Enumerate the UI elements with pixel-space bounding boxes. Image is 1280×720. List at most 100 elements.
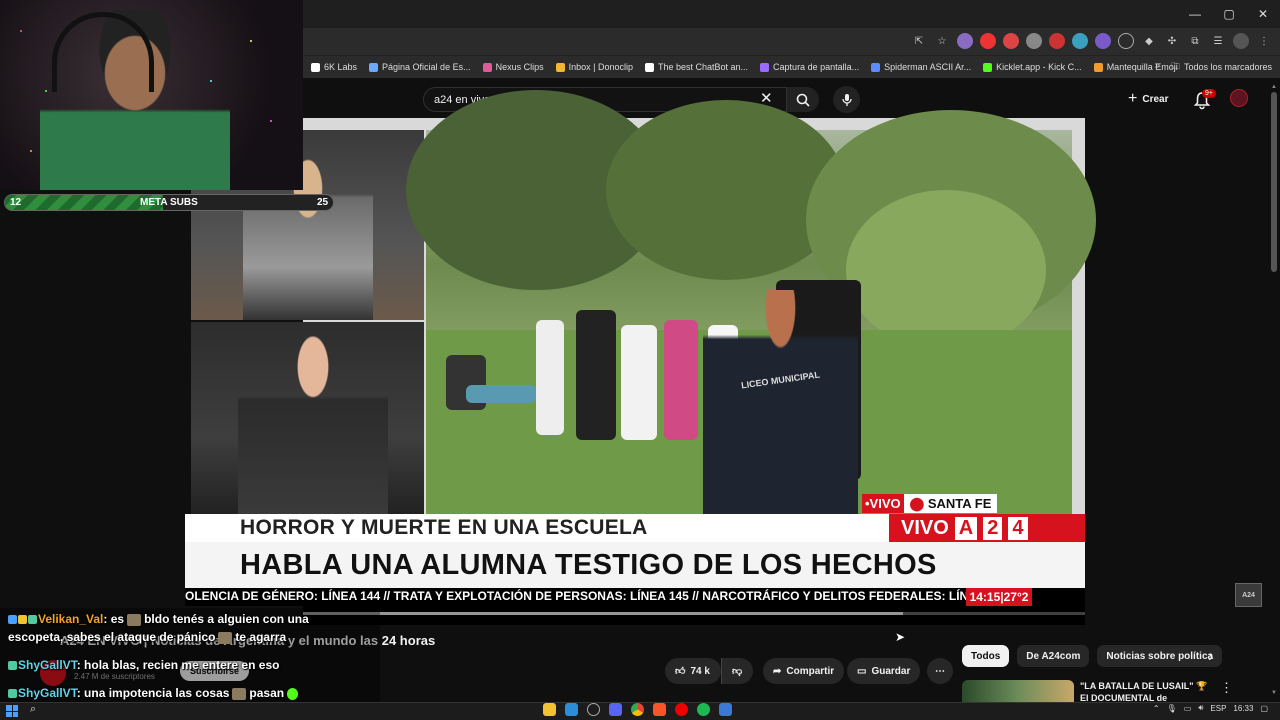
voice-search-button[interactable] (833, 86, 860, 113)
volume-icon[interactable]: 🔊︎ (1198, 703, 1203, 713)
maximize-button[interactable]: ▢ (1212, 0, 1246, 28)
extension-icon[interactable]: ✣ (1164, 33, 1180, 49)
microphone-tray-icon[interactable]: 🎙︎ (1167, 704, 1177, 713)
scroll-up-icon[interactable]: ▲ (1271, 84, 1277, 90)
extension-icon[interactable] (1118, 33, 1134, 49)
channel-watermark[interactable]: A24 (1235, 583, 1262, 607)
extension-icon[interactable]: ◆ (1141, 33, 1157, 49)
bookmark-item[interactable]: Spiderman ASCII Ar... (871, 62, 971, 72)
bookmark-item[interactable]: Kicklet.app - Kick C... (983, 62, 1082, 72)
thumbs-down-icon: 👎︎ (732, 666, 743, 677)
taskbar-search-icon[interactable]: ⌕ (30, 703, 36, 716)
youtube-icon[interactable] (675, 703, 688, 716)
chip-de-a24com[interactable]: De A24com (1017, 645, 1090, 667)
scroll-down-icon[interactable]: ▼ (1271, 690, 1277, 696)
more-horizontal-icon: ⋯ (935, 665, 945, 677)
system-tray: ⌃ 🎙︎ ▭ 🔊︎ ESP 16:33 ▢ (1153, 703, 1268, 713)
sub-badge-icon (28, 615, 37, 625)
thumbs-up-icon: 👍︎ (675, 666, 686, 677)
video-progress-fill (303, 612, 903, 615)
language-indicator[interactable]: ESP (1210, 704, 1226, 713)
chip-noticias-politica[interactable]: Noticias sobre política (1097, 645, 1223, 667)
app-icon[interactable] (565, 703, 578, 716)
extension-icon[interactable] (1095, 33, 1111, 49)
search-icon (796, 93, 810, 107)
chat-text: una impotencia las cosas (84, 686, 230, 700)
chat-text: escopeta, sabes el ataque de pánico (8, 630, 216, 644)
create-button[interactable]: + Crear (1128, 90, 1168, 108)
brand-letter: 4 (1008, 516, 1028, 540)
taskbar-apps (543, 703, 732, 716)
bookmark-item[interactable]: The best ChatBot an... (644, 62, 749, 72)
bookmark-star-icon[interactable]: ☆ (934, 33, 950, 49)
shirt-text: LICEO MUNICIPAL (740, 369, 821, 391)
extension-icon[interactable] (1026, 33, 1042, 49)
bookmark-label: The best ChatBot an... (657, 62, 749, 72)
extension-icon[interactable] (957, 33, 973, 49)
bookmark-item[interactable]: Inbox | Donoclip (555, 62, 633, 72)
like-button[interactable]: 👍︎ 74 k (665, 658, 721, 684)
bookmark-item[interactable]: Captura de pantalla... (760, 62, 859, 72)
windows-start-icon[interactable] (6, 705, 18, 717)
app-icon[interactable] (719, 703, 732, 716)
spotify-icon[interactable] (697, 703, 710, 716)
search-button[interactable] (787, 87, 819, 112)
account-avatar[interactable] (1230, 89, 1248, 107)
window-controls: — ▢ ✕ (1178, 0, 1280, 28)
save-playlist-icon: ▭ (857, 665, 867, 677)
bookmark-favicon-icon (760, 62, 770, 72)
file-explorer-icon[interactable] (543, 703, 556, 716)
save-button[interactable]: ▭ Guardar (847, 658, 921, 684)
share-label: Compartir (786, 665, 835, 677)
bookmark-item[interactable]: 6K Labs (311, 62, 357, 72)
menu-icon[interactable]: ☰ (1210, 33, 1226, 49)
share-button[interactable]: ➦ Compartir (763, 658, 845, 684)
notifications-icon[interactable]: ▢ (1260, 704, 1268, 713)
page-scrollbar[interactable] (1271, 92, 1277, 272)
recommendation-chips: Todos De A24com Noticias sobre política (962, 645, 1223, 667)
bookmarks-overflow-button[interactable]: » (1154, 60, 1160, 71)
chevron-right-icon[interactable]: › (1208, 648, 1213, 666)
bookmark-item[interactable]: Mantequilla Emoji (1093, 62, 1178, 72)
kebab-menu-icon[interactable]: ⋮ (1220, 680, 1233, 696)
bookmark-label: Nexus Clips (495, 62, 544, 72)
puzzle-icon[interactable]: ⧉ (1187, 33, 1203, 49)
all-bookmarks-label: Todos los marcadores (1183, 62, 1272, 72)
chat-username: ShyGallVT (18, 658, 77, 672)
bookmark-item[interactable]: Nexus Clips (482, 62, 544, 72)
chrome-icon[interactable] (631, 703, 644, 716)
sword-badge-icon (8, 615, 17, 625)
chip-todos[interactable]: Todos (962, 645, 1010, 667)
profile-icon[interactable] (1233, 33, 1249, 49)
bookmark-favicon-icon (369, 62, 379, 72)
extension-icon[interactable] (980, 33, 996, 49)
network-icon[interactable]: ▭ (1184, 704, 1192, 713)
bookmarks-bar: 6K Labs Página Oficial de Es... Nexus Clip… (303, 56, 1280, 78)
extension-icon[interactable] (1049, 33, 1065, 49)
ticker-text: OLENCIA DE GÉNERO: LÍNEA 144 // TRATA Y … (185, 589, 967, 603)
bookmark-item[interactable]: Página Oficial de Es... (369, 62, 471, 72)
microphone-icon (841, 93, 852, 106)
install-icon[interactable]: ⇱ (911, 33, 927, 49)
bookmark-label: Spiderman ASCII Ar... (884, 62, 972, 72)
bookmark-label: Inbox | Donoclip (568, 62, 633, 72)
close-window-button[interactable]: ✕ (1246, 0, 1280, 28)
extension-icon[interactable] (1003, 33, 1019, 49)
chat-message: ShyGallVT: una impotencia las cosas pasan (8, 686, 301, 700)
extension-icon[interactable] (1072, 33, 1088, 49)
share-arrow-icon: ➦ (773, 665, 782, 677)
all-bookmarks-button[interactable]: 🗀 Todos los marcadores (1171, 56, 1272, 78)
chat-text: pasan (249, 686, 285, 700)
like-count: 74 k (690, 665, 710, 677)
taskbar-clock[interactable]: 16:33 (1233, 704, 1253, 713)
discord-icon[interactable] (609, 703, 622, 716)
minimize-button[interactable]: — (1178, 0, 1212, 28)
kebab-menu-icon[interactable]: ⋮ (1256, 33, 1272, 49)
dislike-button[interactable]: 👎︎ (721, 658, 753, 684)
chat-text: te agarra (235, 630, 287, 644)
brave-icon[interactable] (653, 703, 666, 716)
more-actions-button[interactable]: ⋯ (927, 658, 953, 684)
bookmark-label: 6K Labs (324, 62, 358, 72)
tray-chevron-icon[interactable]: ⌃ (1153, 704, 1160, 713)
app-icon[interactable] (587, 703, 600, 716)
